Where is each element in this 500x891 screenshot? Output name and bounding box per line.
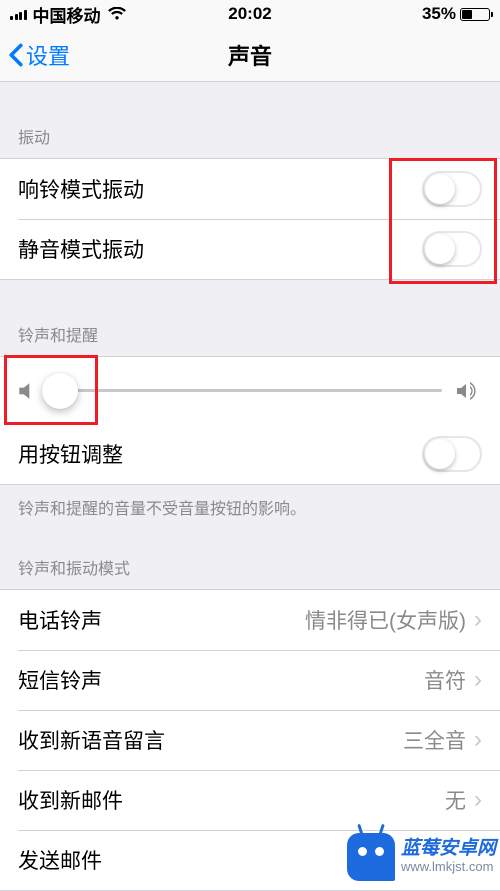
cell-label: 响铃模式振动 <box>18 174 144 204</box>
cell-value: 音符 <box>424 665 466 695</box>
chevron-right-icon: › <box>474 726 482 754</box>
watermark: 蓝莓安卓网 www.lmkjst.com <box>347 833 496 881</box>
section-header-vibration: 振动 <box>0 82 500 158</box>
cell-text-tone[interactable]: 短信铃声 音符 › <box>0 650 500 710</box>
slider-thumb[interactable] <box>42 373 78 409</box>
cell-value: 情非得已(女声版) <box>305 605 466 635</box>
status-bar: 中国移动 20:02 35% <box>0 0 500 28</box>
cell-ringtone[interactable]: 电话铃声 情非得已(女声版) › <box>0 590 500 650</box>
nav-bar: 设置 声音 <box>0 28 500 82</box>
watermark-title: 蓝莓安卓网 <box>401 839 496 860</box>
battery-icon <box>460 8 490 21</box>
section-header-ringer: 铃声和提醒 <box>0 280 500 356</box>
signal-icon <box>10 8 27 20</box>
switch-buttons-adjust[interactable] <box>422 436 482 472</box>
cell-label: 静音模式振动 <box>18 234 144 264</box>
cell-label: 收到新邮件 <box>18 785 123 815</box>
volume-slider[interactable] <box>48 389 442 392</box>
chevron-left-icon <box>8 43 24 67</box>
volume-low-icon <box>18 381 34 401</box>
cell-label: 电话铃声 <box>18 605 102 635</box>
volume-high-icon <box>456 380 482 402</box>
chevron-right-icon: › <box>474 606 482 634</box>
battery-pct-label: 35% <box>422 4 456 24</box>
back-button[interactable]: 设置 <box>8 39 70 71</box>
cell-label: 发送邮件 <box>18 845 102 875</box>
volume-slider-cell <box>0 356 500 424</box>
back-label: 设置 <box>26 39 70 71</box>
chevron-right-icon: › <box>474 666 482 694</box>
page-title: 声音 <box>0 39 500 71</box>
cell-voicemail[interactable]: 收到新语音留言 三全音 › <box>0 710 500 770</box>
carrier-label: 中国移动 <box>33 2 101 27</box>
cell-ring-vibrate[interactable]: 响铃模式振动 <box>0 159 500 219</box>
cell-label: 收到新语音留言 <box>18 725 165 755</box>
clock-label: 20:02 <box>228 4 271 24</box>
cell-label: 短信铃声 <box>18 665 102 695</box>
cell-value: 无 <box>445 785 466 815</box>
chevron-right-icon: › <box>474 786 482 814</box>
cell-label: 用按钮调整 <box>18 439 123 469</box>
switch-ring-vibrate[interactable] <box>422 171 482 207</box>
watermark-icon <box>347 833 395 881</box>
section-footer-ringer: 铃声和提醒的音量不受音量按钮的影响。 <box>0 485 500 523</box>
cell-buttons-adjust[interactable]: 用按钮调整 <box>0 424 500 484</box>
wifi-icon <box>107 7 127 21</box>
cell-value: 三全音 <box>403 725 466 755</box>
watermark-url: www.lmkjst.com <box>401 860 496 874</box>
cell-silent-vibrate[interactable]: 静音模式振动 <box>0 219 500 279</box>
cell-new-mail[interactable]: 收到新邮件 无 › <box>0 770 500 830</box>
section-header-pattern: 铃声和振动模式 <box>0 523 500 589</box>
switch-silent-vibrate[interactable] <box>422 231 482 267</box>
